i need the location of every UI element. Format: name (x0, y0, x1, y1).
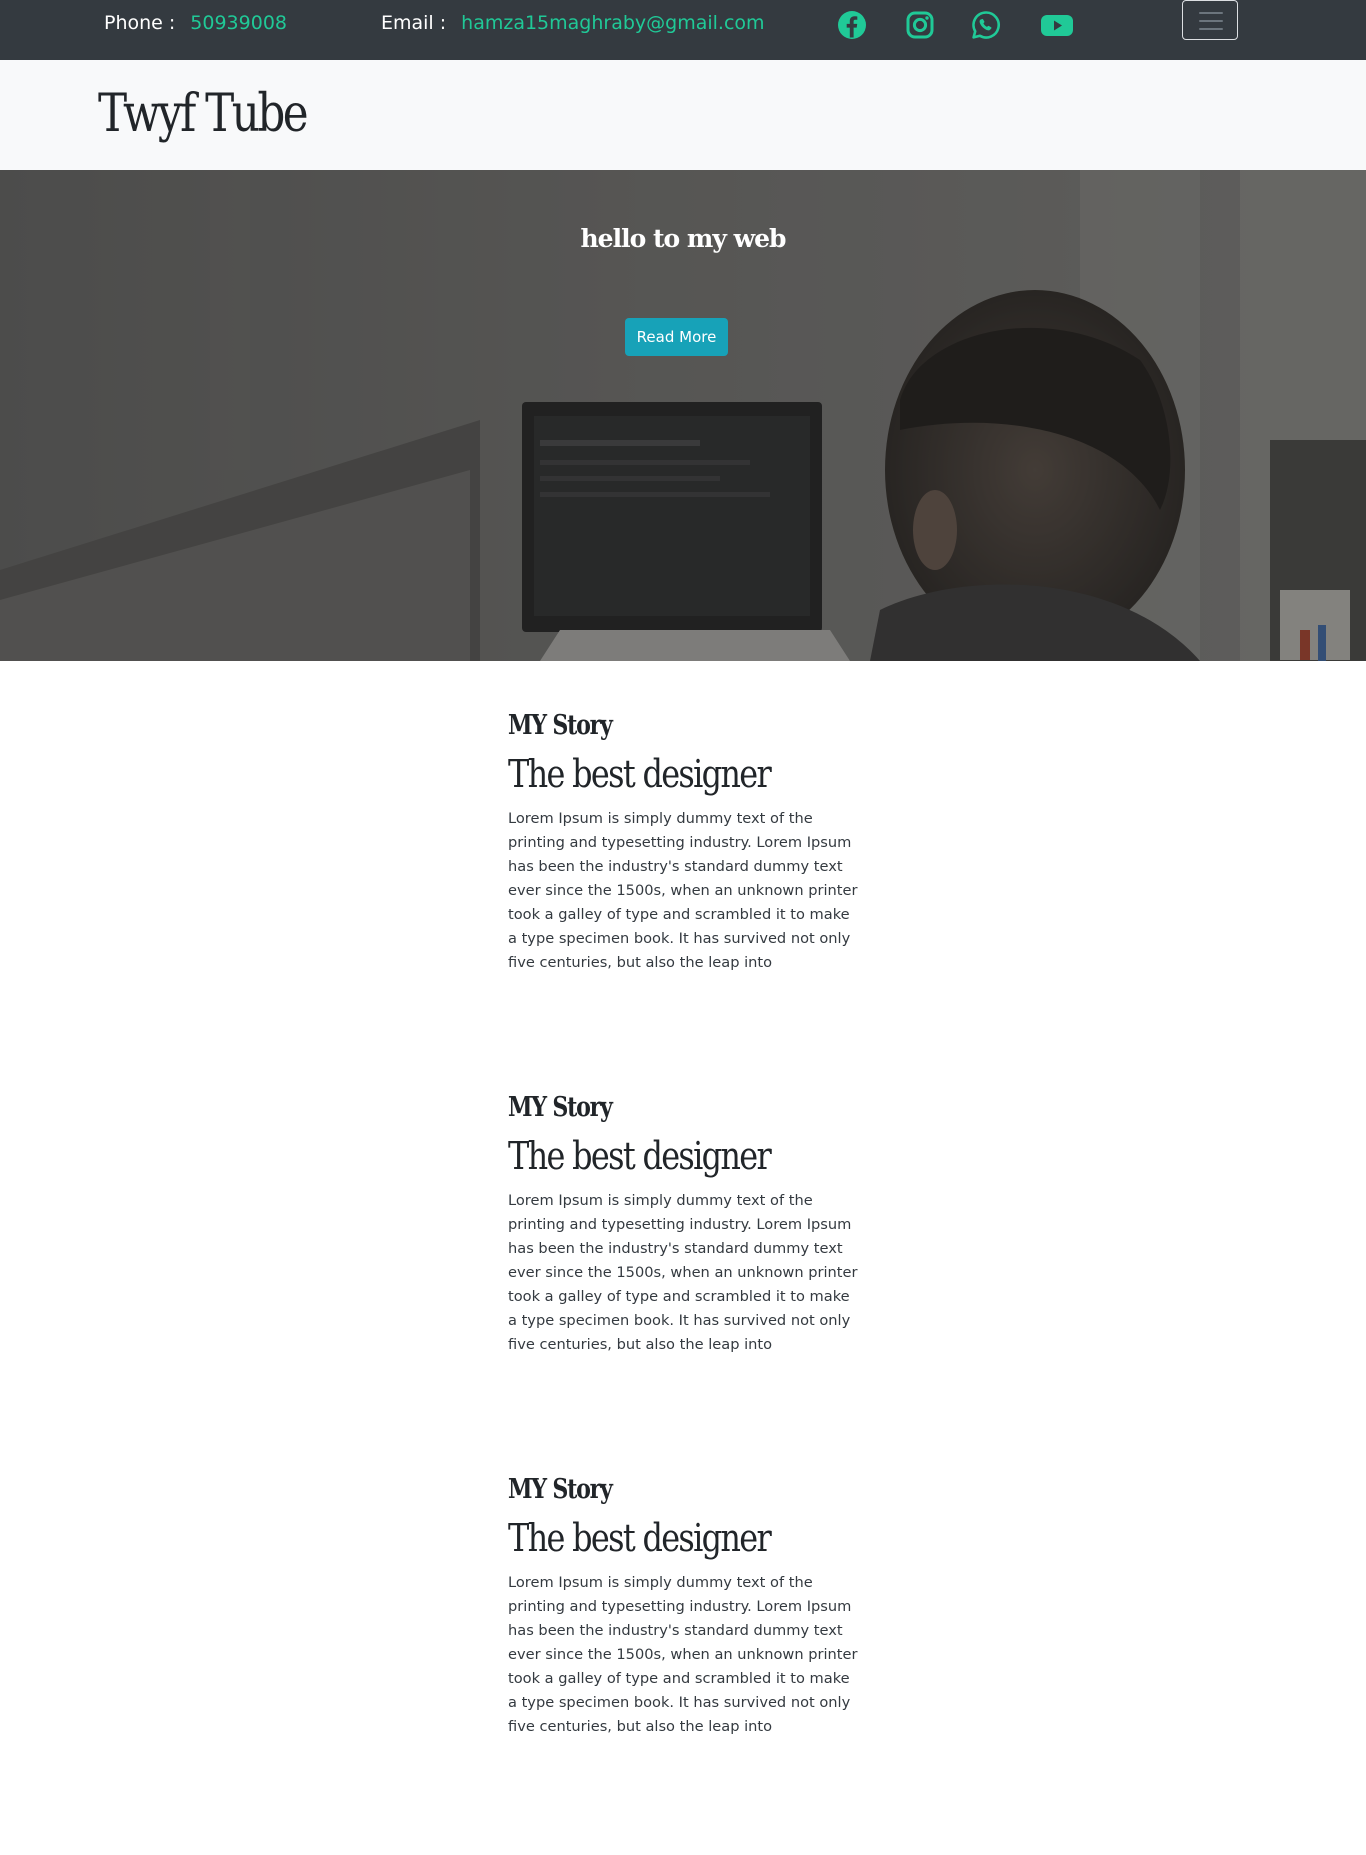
story-title: The best designer (508, 752, 772, 796)
story-eyebrow: MY Story (508, 710, 613, 741)
instagram-icon[interactable] (905, 10, 935, 40)
navbar-toggler-button[interactable] (1182, 0, 1238, 40)
story-block: MY Story The best designer Lorem Ipsum i… (508, 1091, 868, 1473)
hero-title: hello to my web (580, 224, 787, 253)
facebook-icon[interactable] (837, 10, 867, 40)
phone-contact: Phone : 50939008 (104, 12, 287, 34)
navbar: Twyf Tube (0, 0, 1366, 170)
hero-banner: hello to my web Read More (0, 170, 1366, 661)
email-contact: Email : hamza15maghraby@gmail.com (381, 12, 765, 34)
story-eyebrow: MY Story (508, 1092, 613, 1123)
phone-label: Phone : (104, 12, 176, 34)
email-link[interactable]: hamza15maghraby@gmail.com (461, 12, 764, 34)
stories-section: MY Story The best designer Lorem Ipsum i… (508, 709, 868, 1855)
story-text: Lorem Ipsum is simply dummy text of the … (508, 1574, 858, 1735)
story-text: Lorem Ipsum is simply dummy text of the … (508, 1192, 858, 1353)
read-more-button[interactable]: Read More (625, 318, 728, 356)
story-block: MY Story The best designer Lorem Ipsum i… (508, 1473, 868, 1855)
phone-link[interactable]: 50939008 (190, 12, 287, 34)
story-title: The best designer (508, 1516, 772, 1560)
brand-logo[interactable]: Twyf Tube (98, 84, 309, 144)
top-contact-bar: Phone : 50939008 Email : hamza15maghraby@g… (0, 0, 1366, 60)
youtube-icon[interactable] (1040, 10, 1074, 40)
whatsapp-icon[interactable] (971, 10, 1001, 40)
email-label: Email : (381, 12, 447, 34)
story-block: MY Story The best designer Lorem Ipsum i… (508, 709, 868, 1091)
story-text: Lorem Ipsum is simply dummy text of the … (508, 810, 858, 971)
story-title: The best designer (508, 1134, 772, 1178)
story-eyebrow: MY Story (508, 1474, 613, 1505)
